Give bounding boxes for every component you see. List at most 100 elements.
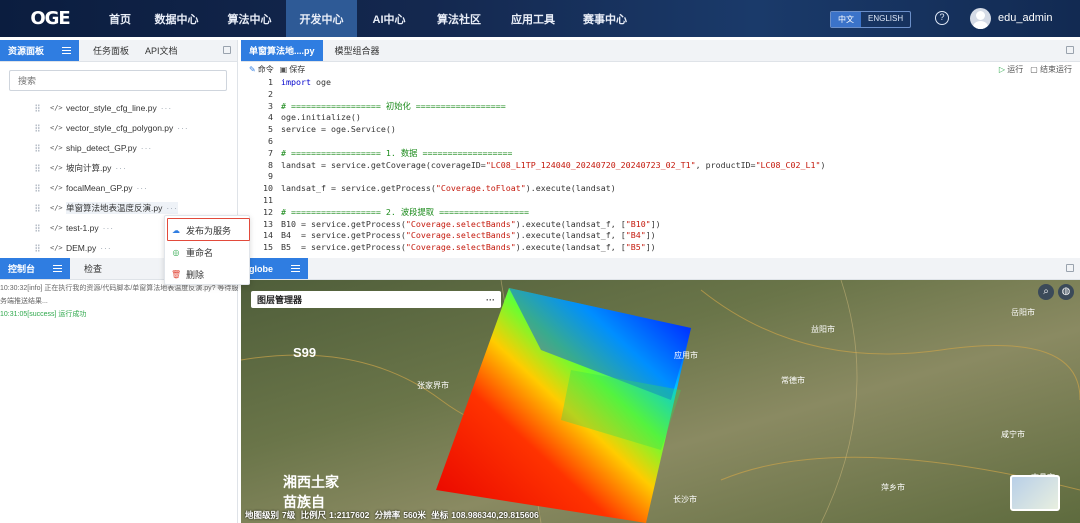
command-button[interactable]: 命令	[258, 64, 274, 75]
drag-handle-icon[interactable]	[35, 164, 40, 172]
code-line[interactable]: # ================== 初始化 ===============…	[281, 101, 826, 113]
nav-item-4[interactable]: AI中心	[357, 0, 421, 37]
code-token: service = oge.Service()	[281, 124, 396, 135]
layer-manager-panel[interactable]: 图层管理器 ···	[251, 291, 501, 308]
code-line[interactable]	[281, 195, 826, 207]
code-file-icon: </>	[50, 184, 63, 192]
menu-icon[interactable]	[291, 265, 300, 272]
more-actions-icon[interactable]: ···	[141, 143, 153, 153]
lang-cn-button[interactable]: 中文	[831, 12, 861, 27]
globe-icon[interactable]: ◍	[1058, 284, 1074, 300]
more-actions-icon[interactable]: ···	[100, 243, 112, 253]
file-tree-item[interactable]: </> ship_detect_GP.py ···	[0, 138, 238, 158]
drag-handle-icon[interactable]	[35, 124, 40, 132]
code-line[interactable]: landsat_f = service.getProcess("Coverage…	[281, 183, 826, 195]
code-line[interactable]: # ================== 1. 数据 =============…	[281, 148, 826, 160]
context-item-rename[interactable]: ◎ 重命名	[171, 242, 214, 262]
avatar[interactable]	[970, 8, 991, 29]
username[interactable]: edu_admin	[998, 12, 1052, 24]
oge-logo[interactable]: OGE	[0, 0, 100, 37]
tab-globe[interactable]: globe	[241, 258, 308, 279]
map-tabbar: globe	[241, 258, 1080, 280]
file-tree-item[interactable]: </> 坡向计算.py ···	[0, 158, 238, 178]
code-area[interactable]: 1 2 3 4 5 6 7 8 9 10 11 12 13 14 15 import oge # =====…	[241, 77, 1080, 255]
stop-button[interactable]: ▢ 结束运行	[1030, 64, 1072, 75]
nav-item-3[interactable]: 开发中心	[286, 0, 357, 37]
more-actions-icon[interactable]: ···	[115, 163, 127, 173]
more-actions-icon[interactable]: ···	[136, 183, 148, 193]
more-actions-icon[interactable]: ···	[166, 203, 178, 213]
drag-handle-icon[interactable]	[35, 144, 40, 152]
scale-value: 1:2117602	[329, 510, 370, 520]
menu-icon[interactable]	[53, 265, 63, 272]
stop-label: 结束运行	[1040, 64, 1072, 74]
code-line[interactable]: B4 = service.getProcess("Coverage.select…	[281, 230, 826, 242]
tab-inspect[interactable]: 检查	[76, 258, 110, 279]
file-name-label: vector_style_cfg_polygon.py	[66, 123, 174, 133]
map-canvas[interactable]: S99 张家界市 常德市 益阳市 岳阳市 咸宁市 南昌市 萍乡市 应用市 长沙市…	[241, 280, 1080, 523]
code-line[interactable]: oge.initialize()	[281, 112, 826, 124]
code-line[interactable]: B10 = service.getProcess("Coverage.selec…	[281, 219, 826, 231]
maximize-icon[interactable]	[1066, 46, 1074, 54]
context-label: 删除	[186, 269, 205, 280]
nav-item-2[interactable]: 算法中心	[213, 0, 286, 37]
tab-resource-panel[interactable]: 资源面板	[0, 40, 80, 61]
code-line[interactable]	[281, 171, 826, 183]
more-actions-icon[interactable]: ···	[177, 123, 189, 133]
search-icon[interactable]: ⌕	[1038, 284, 1054, 300]
file-tree-item[interactable]: </> vector_style_cfg_line.py ···	[0, 98, 238, 118]
drag-handle-icon[interactable]	[35, 204, 40, 212]
save-button[interactable]: 保存	[289, 64, 305, 75]
drag-handle-icon[interactable]	[35, 184, 40, 192]
nav-item-0[interactable]: 首页	[100, 0, 140, 37]
file-name-label: 坡向计算.py	[66, 163, 112, 173]
file-name: 单窗算法地表温度反演.py ···	[66, 202, 178, 214]
tab-current-file[interactable]: 单窗算法地....py	[241, 40, 323, 61]
help-icon[interactable]: ?	[935, 11, 949, 25]
line-number: 1	[268, 77, 273, 87]
maximize-icon[interactable]	[223, 46, 231, 54]
code-line[interactable]: service = oge.Service()	[281, 124, 826, 136]
context-item-delete[interactable]: 🗑 删除	[171, 264, 204, 284]
context-item-publish[interactable]: ☁ 发布为服务	[171, 220, 231, 240]
code-line[interactable]: B5 = service.getProcess("Coverage.select…	[281, 242, 826, 254]
code-line[interactable]: # ================== 2. 波段提取 ===========…	[281, 207, 826, 219]
tab-label: 控制台	[8, 264, 36, 274]
tab-console[interactable]: 控制台	[0, 258, 71, 279]
source-code[interactable]: import oge # ================== 初始化 ====…	[281, 77, 826, 254]
code-line[interactable]: landsat = service.getCoverage(coverageID…	[281, 160, 826, 172]
drag-handle-icon[interactable]	[35, 244, 40, 252]
nav-item-1[interactable]: 数据中心	[140, 0, 213, 37]
layer-menu-button[interactable]: ···	[486, 295, 495, 305]
nav-item-5[interactable]: 算法社区	[421, 0, 497, 37]
run-button[interactable]: ▷ 运行	[999, 64, 1023, 75]
maximize-icon[interactable]	[1066, 264, 1074, 272]
menu-icon[interactable]	[62, 47, 72, 54]
nav-item-6[interactable]: 应用工具	[497, 0, 569, 37]
search-input[interactable]	[9, 70, 227, 91]
file-tree-item[interactable]: </> focalMean_GP.py ···	[0, 178, 238, 198]
more-actions-icon[interactable]: ···	[103, 223, 115, 233]
drag-handle-icon[interactable]	[35, 224, 40, 232]
drag-handle-icon[interactable]	[35, 104, 40, 112]
code-token: oge	[310, 77, 331, 87]
map-label-city: 岳阳市	[1011, 307, 1035, 317]
nav-item-7[interactable]: 赛事中心	[569, 0, 641, 37]
file-name-label: DEM.py	[66, 243, 97, 253]
more-actions-icon[interactable]: ···	[161, 103, 173, 113]
code-line[interactable]	[281, 136, 826, 148]
tab-model-composer[interactable]: 模型组合器	[327, 40, 388, 61]
code-token: landsat = service.getCoverage(coverageID…	[281, 159, 486, 170]
language-switch[interactable]: 中文 ENGLISH	[830, 11, 912, 28]
file-tree-item[interactable]: </> vector_style_cfg_polygon.py ···	[0, 118, 238, 138]
code-token: ])	[645, 242, 656, 253]
map-label-city: 益阳市	[811, 324, 835, 334]
lang-en-button[interactable]: ENGLISH	[861, 12, 910, 27]
minimap[interactable]	[1010, 475, 1060, 511]
code-file-icon: </>	[50, 124, 63, 132]
tab-api-docs[interactable]: API文档	[137, 40, 186, 61]
tab-task-panel[interactable]: 任务面板	[85, 40, 137, 61]
code-line[interactable]: import oge	[281, 77, 826, 89]
code-line[interactable]	[281, 89, 826, 101]
tab-label: globe	[249, 263, 273, 274]
